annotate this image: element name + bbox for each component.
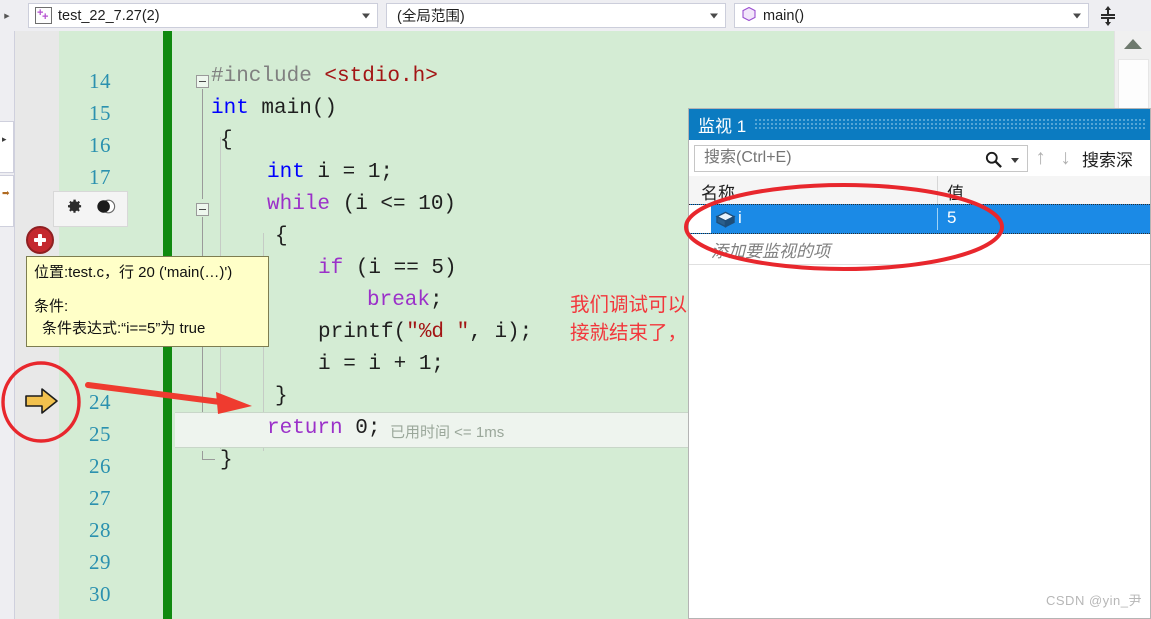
line-number: 29 <box>59 550 111 575</box>
add-watch-hint: 添加要监视的项 <box>711 237 830 262</box>
search-options-chevron-icon[interactable] <box>1011 158 1019 163</box>
watch-search-box[interactable] <box>694 145 1028 172</box>
breakpoint-toggle-icon[interactable] <box>95 197 116 221</box>
code-line-17[interactable]: int i = 1; <box>267 161 393 184</box>
line-number: 27 <box>59 486 111 511</box>
watch-add-item-row[interactable]: 添加要监视的项 <box>689 234 1150 265</box>
fold-toggle-while[interactable] <box>196 203 209 216</box>
cpp-file-icon <box>35 7 52 24</box>
column-header-value[interactable]: 值 <box>947 179 964 204</box>
tooltip-spacer <box>34 284 261 296</box>
watch-title-bar[interactable]: 监视 1 <box>689 109 1150 140</box>
breakpoint-hover-toolbar[interactable] <box>53 191 128 227</box>
gear-icon[interactable] <box>64 197 83 221</box>
variable-cube-icon <box>715 210 736 234</box>
line-number: 17 <box>59 165 111 190</box>
code-line-24[interactable]: } <box>275 385 288 408</box>
line-number: 15 <box>59 101 111 126</box>
line-number: 25 <box>59 422 111 447</box>
code-line-23[interactable]: i = i + 1; <box>318 353 444 376</box>
function-combo-label: main() <box>763 8 804 24</box>
elapsed-time-label: 已用时间 <= 1ms <box>390 421 504 442</box>
magnifier-icon[interactable] <box>984 150 1003 174</box>
code-line-14[interactable]: #include <stdio.h> <box>211 65 438 88</box>
watch-row[interactable]: i 5 <box>689 204 1150 234</box>
watch-variable-value[interactable]: 5 <box>947 208 956 228</box>
navigation-bar: ▶ test_22_7.27(2) (全局范围) main() <box>0 0 1151 32</box>
scope-selector-combo[interactable]: (全局范围) <box>386 3 726 28</box>
code-line-25[interactable]: return 0; <box>267 417 380 440</box>
pen-icon: ➡ <box>2 188 10 199</box>
chevron-down-icon <box>710 13 718 18</box>
code-line-15[interactable]: int main() <box>211 97 337 120</box>
file-selector-combo[interactable]: test_22_7.27(2) <box>28 3 378 28</box>
watch-toolbar[interactable]: ↑ ↓ 搜索深 <box>689 140 1150 176</box>
line-number: 16 <box>59 133 111 158</box>
current-statement-arrow-icon <box>24 386 60 421</box>
row-column-divider <box>937 208 938 230</box>
column-divider[interactable] <box>937 176 938 204</box>
line-number: 30 <box>59 582 111 607</box>
fold-guide-line <box>202 89 203 199</box>
line-number: 26 <box>59 454 111 479</box>
left-dock-strip: ▸ ➡ <box>0 31 15 619</box>
chevron-down-icon <box>362 13 370 18</box>
conditional-breakpoint-glyph[interactable] <box>26 226 54 254</box>
code-line-21[interactable]: break; <box>367 289 443 312</box>
column-header-name[interactable]: 名称 <box>701 179 735 204</box>
split-window-button[interactable] <box>1095 2 1120 29</box>
code-line-16[interactable]: { <box>220 129 233 152</box>
line-number: 28 <box>59 518 111 543</box>
watch-title-label: 监视 1 <box>689 112 746 137</box>
file-combo-label: test_22_7.27(2) <box>58 8 160 24</box>
watch-window[interactable]: 监视 1 ↑ ↓ 搜索深 名称 值 <box>688 108 1151 619</box>
breakpoint-tooltip: 位置:test.c，行 20 ('main(…)') 条件: 条件表达式:“i=… <box>26 256 269 347</box>
dock-overflow-arrow[interactable]: ▶ <box>0 0 14 31</box>
title-drag-handle[interactable] <box>754 118 1146 131</box>
dock-tab-toolbox[interactable]: ▸ <box>0 121 14 173</box>
scroll-up-arrow-icon[interactable] <box>1124 39 1142 49</box>
tooltip-condition-value: 条件表达式:“i==5”为 true <box>34 318 261 340</box>
line-number: 14 <box>59 69 111 94</box>
search-input[interactable] <box>702 148 986 168</box>
dock-tab-server-explorer[interactable]: ➡ <box>0 175 14 227</box>
code-line-20[interactable]: if (i == 5) <box>318 257 457 280</box>
tooltip-location: 位置:test.c，行 20 ('main(…)') <box>34 262 261 284</box>
search-next-button[interactable]: ↓ <box>1053 141 1078 175</box>
code-line-19[interactable]: { <box>275 225 288 248</box>
watermark-label: CSDN @yin_尹 <box>1046 590 1142 609</box>
code-line-22[interactable]: printf("%d ", i); <box>318 321 532 344</box>
fold-toggle-main[interactable] <box>196 75 209 88</box>
code-line-18[interactable]: while (i <= 10) <box>267 193 456 216</box>
line-number: 31 <box>59 614 111 619</box>
line-number: 24 <box>59 390 111 415</box>
tooltip-condition-label: 条件: <box>34 296 261 318</box>
scope-combo-label: (全局范围) <box>397 5 465 26</box>
row-indent-area <box>689 205 711 233</box>
chevron-down-icon <box>1073 13 1081 18</box>
watch-variable-name[interactable]: i <box>738 208 742 228</box>
search-depth-label[interactable]: 搜索深 <box>1082 146 1133 171</box>
code-line-26[interactable]: } <box>220 449 233 472</box>
method-cube-icon <box>741 6 757 26</box>
toolbox-icon: ▸ <box>2 134 7 145</box>
search-previous-button[interactable]: ↑ <box>1028 141 1053 175</box>
fold-guide-corner <box>202 451 215 460</box>
function-selector-combo[interactable]: main() <box>734 3 1089 28</box>
watch-column-header: 名称 值 <box>689 176 1150 205</box>
